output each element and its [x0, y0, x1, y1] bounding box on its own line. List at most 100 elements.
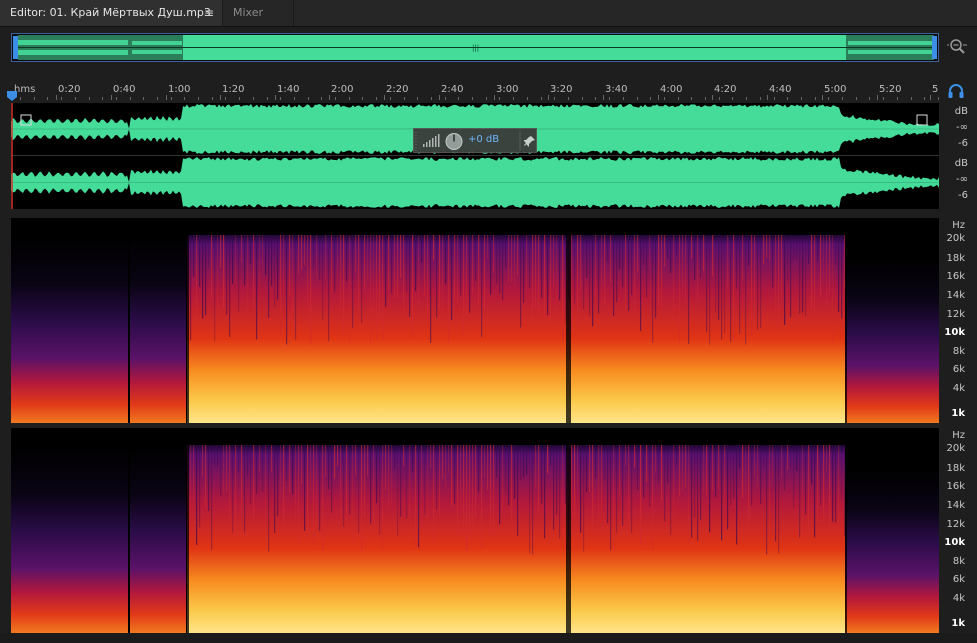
ruler-minor-tick	[130, 97, 131, 100]
ruler-minor-tick	[815, 97, 816, 100]
ruler-minor-tick	[198, 97, 199, 100]
ruler-label: 2:00	[331, 84, 353, 95]
db-label: -∞	[956, 174, 968, 185]
ruler-label: 1:00	[168, 84, 190, 95]
tab-editor[interactable]: Editor: 01. Край Мёртвых Душ.mp3 ≡	[0, 0, 222, 26]
ruler-minor-tick	[404, 97, 405, 100]
ruler-minor-tick	[34, 97, 35, 100]
ruler-minor-tick	[595, 97, 596, 100]
overview-waveform: |||	[12, 34, 938, 61]
ruler-minor-tick	[732, 97, 733, 100]
ruler-minor-tick	[431, 97, 432, 100]
overview-navigator[interactable]: |||	[11, 33, 939, 62]
ruler-minor-tick	[897, 97, 898, 100]
ruler-minor-tick	[856, 97, 857, 100]
ruler-minor-tick	[842, 97, 843, 100]
ruler-minor-tick	[294, 97, 295, 100]
ruler-minor-tick	[239, 97, 240, 100]
spectrogram-channel-2[interactable]	[11, 428, 939, 633]
zoom-out-full-icon[interactable]	[946, 36, 968, 58]
ruler-minor-tick	[349, 97, 350, 100]
ruler-minor-tick	[664, 97, 665, 100]
ruler-tick	[166, 95, 167, 100]
ruler-minor-tick	[760, 97, 761, 100]
tab-bar: Editor: 01. Край Мёртвых Душ.mp3 ≡ Mixer	[0, 0, 977, 27]
ruler-minor-tick	[924, 97, 925, 100]
ruler-label: 1:20	[222, 84, 244, 95]
ruler-minor-tick	[321, 97, 322, 100]
svg-text:|||: |||	[472, 44, 479, 52]
ruler-minor-tick	[472, 97, 473, 100]
hud-amplitude-control[interactable]: +0 dB	[413, 128, 537, 153]
ruler-tick	[275, 95, 276, 100]
ruler-tick	[658, 95, 659, 100]
spectrogram-channel-1[interactable]	[11, 218, 939, 423]
waveform-display[interactable]	[11, 103, 939, 209]
ruler-minor-tick	[102, 97, 103, 100]
ruler-label: 0:20	[58, 84, 80, 95]
hz-label: 8k	[953, 346, 965, 357]
frequency-scale-1: Hz 20k 18k 16k 14k 12k 10k 8k 6k 4k 1k	[940, 218, 977, 423]
ruler-label: 2:20	[386, 84, 408, 95]
ruler-label: 3:00	[496, 84, 518, 95]
ruler-minor-tick	[678, 97, 679, 100]
ruler-label: 5:20	[879, 84, 901, 95]
hz-label: 16k	[946, 481, 965, 492]
headphones-icon[interactable]	[946, 82, 966, 100]
hz-label: 10k	[944, 537, 965, 548]
ruler-minor-tick	[705, 97, 706, 100]
playhead-marker[interactable]	[7, 91, 17, 101]
ruler-tick	[111, 95, 112, 100]
ruler-label: 5	[932, 84, 938, 95]
db-label: dB	[955, 158, 968, 169]
ruler-tick	[329, 95, 330, 100]
ruler-minor-tick	[61, 97, 62, 100]
time-ruler[interactable]: hms 0:20 0:40 1:00 1:20 1:40 2:00 2:20 2:40 3:00 3…	[0, 78, 940, 102]
db-label: -∞	[956, 122, 968, 133]
db-label: dB	[955, 106, 968, 117]
ruler-label: hms	[14, 84, 35, 95]
ruler-tick	[220, 95, 221, 100]
ruler-minor-tick	[335, 97, 336, 100]
hz-label: 18k	[946, 463, 965, 474]
hz-label: Hz	[952, 430, 965, 441]
ruler-minor-tick	[582, 97, 583, 100]
ruler-minor-tick	[390, 97, 391, 100]
pin-icon[interactable]	[524, 134, 536, 148]
ruler-minor-tick	[116, 97, 117, 100]
ruler-minor-tick	[267, 97, 268, 100]
hz-label: 12k	[946, 519, 965, 530]
tab-editor-label: Editor: 01. Край Мёртвых Душ.mp3	[10, 6, 211, 19]
db-label: -6	[958, 190, 968, 201]
panel-menu-icon[interactable]: ≡	[204, 0, 214, 26]
hud-gain-value[interactable]: +0 dB	[468, 134, 499, 145]
ruler-label: 1:40	[277, 84, 299, 95]
panel-divider-handle[interactable]	[11, 209, 939, 218]
ruler-minor-tick	[883, 97, 884, 100]
hz-label: 10k	[944, 327, 965, 338]
ruler-tick	[384, 95, 385, 100]
tab-mixer[interactable]: Mixer	[222, 0, 294, 26]
ruler-minor-tick	[719, 97, 720, 100]
hz-label: 6k	[953, 364, 965, 375]
ruler-minor-tick	[746, 97, 747, 100]
hz-label: 18k	[946, 253, 965, 264]
hz-label: 14k	[946, 290, 965, 301]
ruler-minor-tick	[513, 97, 514, 100]
ruler-minor-tick	[554, 97, 555, 100]
ruler-minor-tick	[280, 97, 281, 100]
ruler-minor-tick	[458, 97, 459, 100]
frequency-scale-2: Hz 20k 18k 16k 14k 12k 10k 8k 6k 4k 1k	[940, 428, 977, 633]
ruler-minor-tick	[527, 97, 528, 100]
ruler-minor-tick	[376, 97, 377, 100]
ruler-label: 4:20	[714, 84, 736, 95]
ruler-label: 3:40	[605, 84, 627, 95]
hz-label: 4k	[953, 593, 965, 604]
ruler-tick	[56, 95, 57, 100]
ruler-minor-tick	[486, 97, 487, 100]
ruler-minor-tick	[869, 97, 870, 100]
ruler-minor-tick	[637, 97, 638, 100]
ruler-label: 4:00	[660, 84, 682, 95]
hz-label: 4k	[953, 383, 965, 394]
ruler-tick	[603, 95, 604, 100]
